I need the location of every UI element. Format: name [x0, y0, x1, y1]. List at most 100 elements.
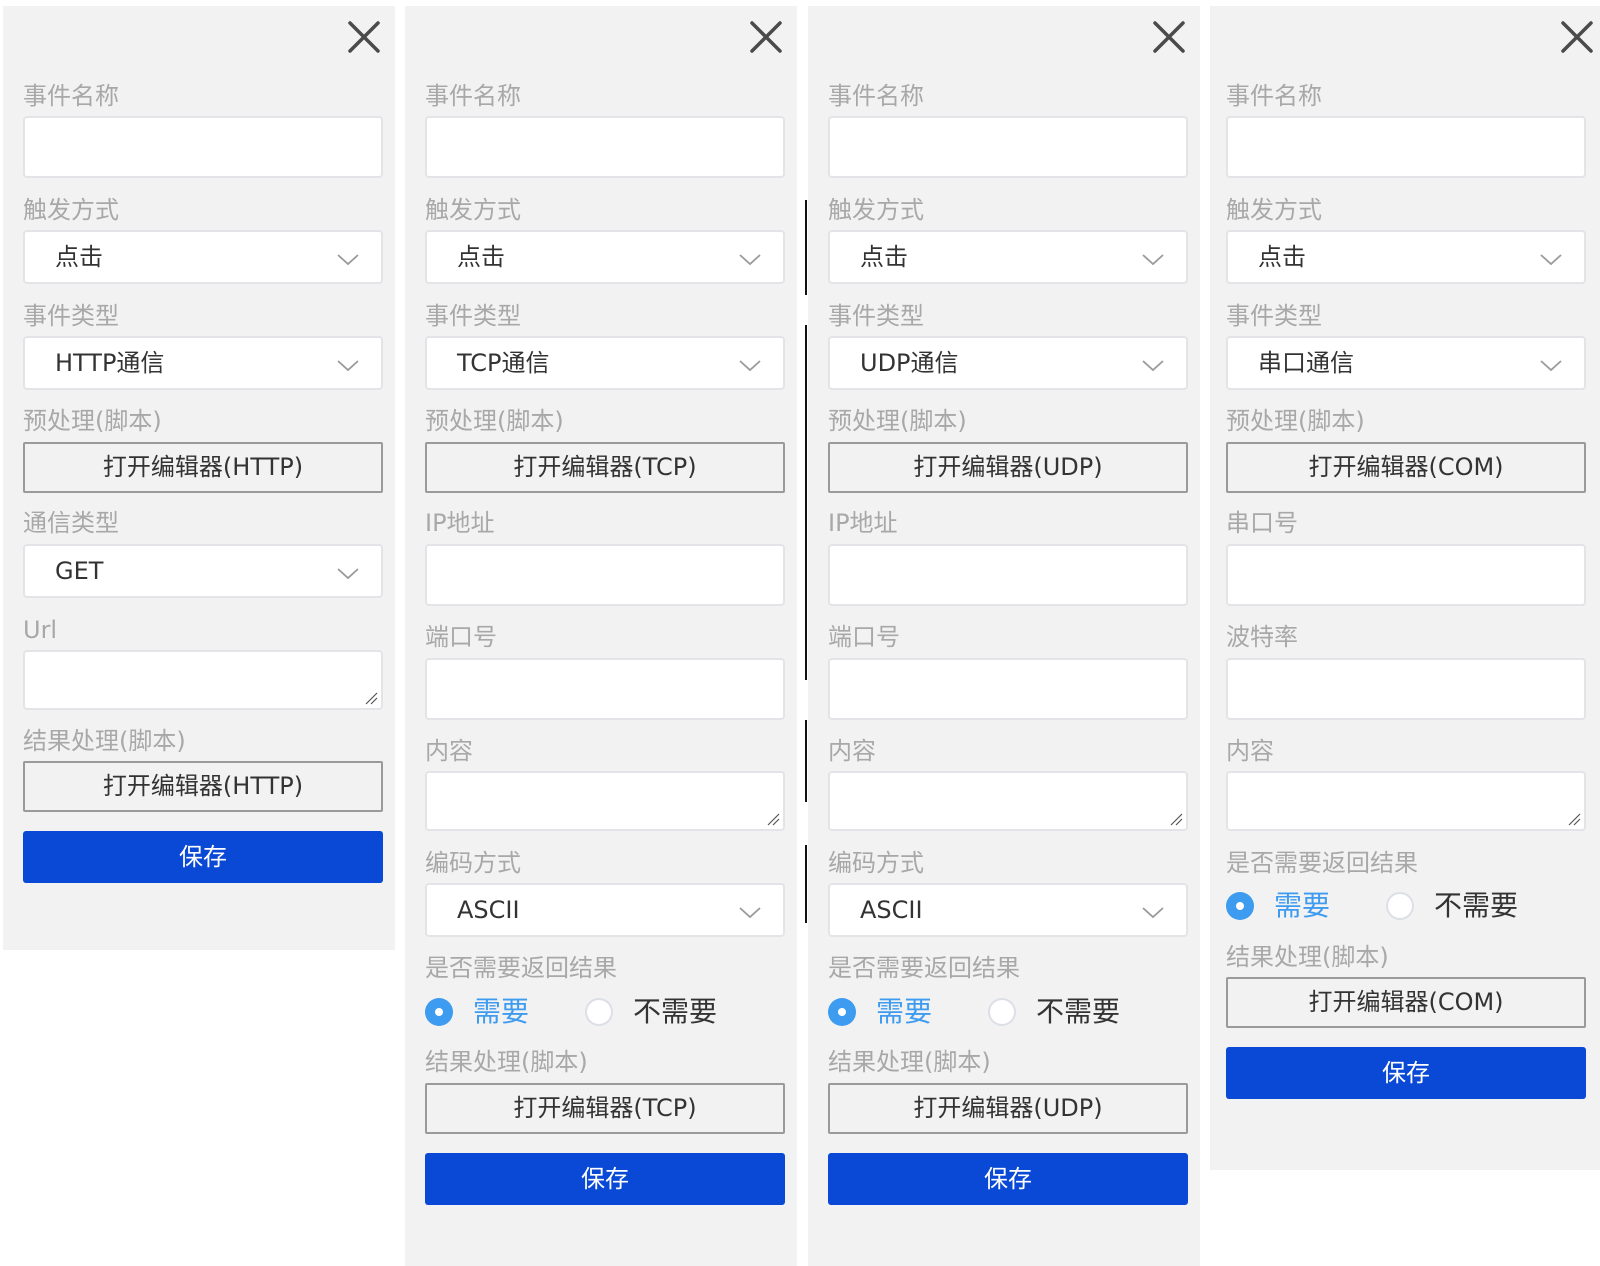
- result-editor-button[interactable]: 打开编辑器(TCP): [425, 1083, 785, 1134]
- result-process-label: 结果处理(脚本): [425, 1048, 588, 1076]
- port-label: 端口号: [425, 623, 497, 651]
- ip-label: IP地址: [425, 509, 495, 537]
- event-type-select-value: HTTP通信: [55, 349, 165, 377]
- trigger-select-value: 点击: [1258, 243, 1306, 271]
- trigger-select[interactable]: 点击: [1226, 230, 1586, 284]
- close-button[interactable]: [347, 20, 381, 54]
- content-textarea[interactable]: [1226, 771, 1586, 831]
- encoding-select[interactable]: ASCII: [425, 883, 785, 937]
- panel-divider: [805, 845, 807, 923]
- close-button[interactable]: [1152, 20, 1186, 54]
- save-button[interactable]: 保存: [828, 1153, 1188, 1205]
- save-button[interactable]: 保存: [425, 1153, 785, 1205]
- resize-handle-icon[interactable]: [1169, 812, 1183, 826]
- event-type-select[interactable]: TCP通信: [425, 336, 785, 390]
- encoding-select-value: ASCII: [457, 896, 520, 924]
- need-result-radio-group: 需要 不需要: [828, 992, 1188, 1032]
- preprocess-editor-button[interactable]: 打开编辑器(UDP): [828, 442, 1188, 493]
- event-name-label: 事件名称: [23, 82, 119, 110]
- content-textarea[interactable]: [425, 771, 785, 831]
- radio-need-label: 需要: [876, 995, 933, 1028]
- radio-unchecked-icon: [988, 998, 1016, 1026]
- close-icon: [1153, 21, 1185, 53]
- trigger-select-value: 点击: [457, 243, 505, 271]
- result-editor-button[interactable]: 打开编辑器(UDP): [828, 1083, 1188, 1134]
- trigger-select-value: 点击: [860, 243, 908, 271]
- chevron-down-icon: [1142, 907, 1164, 919]
- comm-type-select[interactable]: GET: [23, 544, 383, 598]
- content-textarea[interactable]: [828, 771, 1188, 831]
- close-button[interactable]: [1560, 20, 1594, 54]
- ip-input[interactable]: [828, 544, 1188, 606]
- radio-need-label: 需要: [1274, 889, 1331, 922]
- radio-checked-icon: [425, 998, 453, 1026]
- event-type-select-value: TCP通信: [457, 349, 550, 377]
- ip-label: IP地址: [828, 509, 898, 537]
- radio-need[interactable]: 需要: [828, 992, 932, 1032]
- event-type-label: 事件类型: [23, 302, 119, 330]
- baud-rate-input[interactable]: [1226, 658, 1586, 720]
- trigger-select[interactable]: 点击: [828, 230, 1188, 284]
- result-process-label: 结果处理(脚本): [23, 727, 186, 755]
- ip-input[interactable]: [425, 544, 785, 606]
- encoding-label: 编码方式: [425, 849, 521, 877]
- chevron-down-icon: [1540, 254, 1562, 266]
- radio-need-label: 需要: [473, 995, 530, 1028]
- event-type-select[interactable]: 串口通信: [1226, 336, 1586, 390]
- result-process-label: 结果处理(脚本): [828, 1048, 991, 1076]
- preprocess-label: 预处理(脚本): [1226, 407, 1365, 435]
- resize-handle-icon[interactable]: [1567, 812, 1581, 826]
- radio-need[interactable]: 需要: [1226, 886, 1330, 926]
- result-editor-button[interactable]: 打开编辑器(COM): [1226, 977, 1586, 1028]
- radio-not-need-label: 不需要: [633, 995, 718, 1028]
- radio-not-need[interactable]: 不需要: [1386, 886, 1518, 926]
- resize-handle-icon[interactable]: [364, 691, 378, 705]
- save-button[interactable]: 保存: [1226, 1047, 1586, 1099]
- preprocess-editor-button[interactable]: 打开编辑器(TCP): [425, 442, 785, 493]
- panel-divider: [805, 200, 807, 295]
- need-result-radio-group: 需要 不需要: [425, 992, 785, 1032]
- resize-handle-icon[interactable]: [766, 812, 780, 826]
- trigger-select[interactable]: 点击: [23, 230, 383, 284]
- radio-not-need[interactable]: 不需要: [585, 992, 717, 1032]
- panel-divider: [805, 325, 807, 680]
- event-name-input[interactable]: [23, 116, 383, 178]
- chevron-down-icon: [337, 360, 359, 372]
- radio-not-need-label: 不需要: [1434, 889, 1519, 922]
- trigger-select[interactable]: 点击: [425, 230, 785, 284]
- result-editor-button[interactable]: 打开编辑器(HTTP): [23, 761, 383, 812]
- port-label: 端口号: [828, 623, 900, 651]
- encoding-select[interactable]: ASCII: [828, 883, 1188, 937]
- save-button[interactable]: 保存: [23, 831, 383, 883]
- trigger-select-value: 点击: [55, 243, 103, 271]
- event-name-input[interactable]: [828, 116, 1188, 178]
- event-panel-udp: 事件名称 触发方式 点击 事件类型 UDP通信 预处理(脚本) 打开编辑器(UD…: [808, 6, 1200, 1266]
- preprocess-editor-button[interactable]: 打开编辑器(HTTP): [23, 442, 383, 493]
- chevron-down-icon: [337, 254, 359, 266]
- close-icon: [348, 21, 380, 53]
- chevron-down-icon: [739, 360, 761, 372]
- chevron-down-icon: [1142, 360, 1164, 372]
- trigger-label: 触发方式: [425, 196, 521, 224]
- event-name-input[interactable]: [1226, 116, 1586, 178]
- event-type-select[interactable]: UDP通信: [828, 336, 1188, 390]
- radio-need[interactable]: 需要: [425, 992, 529, 1032]
- port-input[interactable]: [425, 658, 785, 720]
- radio-checked-icon: [1226, 892, 1254, 920]
- serial-port-input[interactable]: [1226, 544, 1586, 606]
- event-type-select[interactable]: HTTP通信: [23, 336, 383, 390]
- url-textarea[interactable]: [23, 650, 383, 710]
- event-name-label: 事件名称: [828, 82, 924, 110]
- event-name-input[interactable]: [425, 116, 785, 178]
- port-input[interactable]: [828, 658, 1188, 720]
- event-type-select-value: 串口通信: [1258, 349, 1354, 377]
- event-panel-com: 事件名称 触发方式 点击 事件类型 串口通信 预处理(脚本) 打开编辑器(COM…: [1210, 6, 1600, 1170]
- preprocess-editor-button[interactable]: 打开编辑器(COM): [1226, 442, 1586, 493]
- chevron-down-icon: [1540, 360, 1562, 372]
- need-result-label: 是否需要返回结果: [1226, 849, 1418, 877]
- need-result-radio-group: 需要 不需要: [1226, 886, 1586, 926]
- preprocess-label: 预处理(脚本): [23, 407, 162, 435]
- close-button[interactable]: [749, 20, 783, 54]
- trigger-label: 触发方式: [23, 196, 119, 224]
- radio-not-need[interactable]: 不需要: [988, 992, 1120, 1032]
